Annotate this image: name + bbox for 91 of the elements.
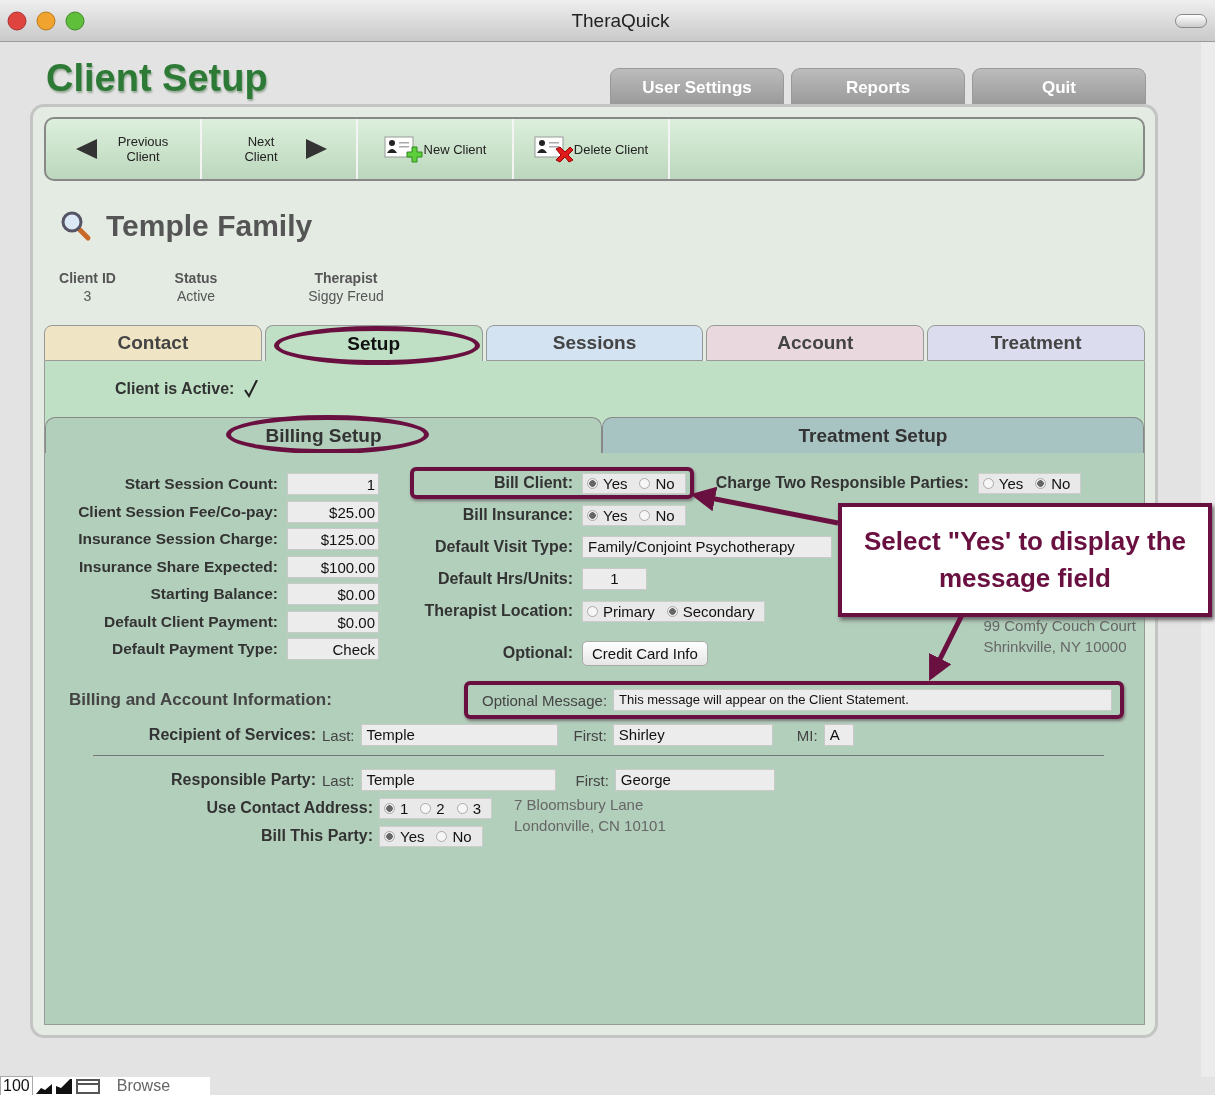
- client-name: Temple Family: [106, 209, 313, 243]
- info-value: 3: [83, 287, 92, 305]
- radio-option[interactable]: 3: [456, 799, 482, 817]
- zoom-level[interactable]: 100: [0, 1076, 33, 1095]
- tab[interactable]: Treatment: [927, 325, 1145, 361]
- field-label: Insurance Session Charge:: [77, 530, 278, 548]
- info-label: Status: [174, 269, 218, 287]
- field-label: Charge Two Responsible Parties:: [715, 474, 969, 492]
- radio-option[interactable]: Yes: [384, 827, 425, 845]
- radio-option[interactable]: No: [639, 474, 675, 492]
- input-field[interactable]: $100.00: [287, 555, 379, 578]
- field-label: Client is Active:: [115, 380, 235, 398]
- card-cross-icon: [533, 135, 574, 163]
- field-label: First:: [575, 771, 609, 789]
- toolbar-button[interactable]: New Client: [358, 119, 514, 179]
- field-label: Optional:: [501, 644, 573, 662]
- input-field[interactable]: $125.00: [287, 528, 379, 550]
- zoom-in-icon[interactable]: [54, 1078, 73, 1094]
- field-label: Starting Balance:: [149, 585, 278, 603]
- radio-option[interactable]: No: [639, 506, 675, 524]
- tab[interactable]: Contact: [44, 325, 262, 361]
- field-label: Optional Message:: [482, 691, 608, 709]
- mode-label: Browse: [116, 1077, 171, 1095]
- field-label: Default Client Payment:: [103, 612, 278, 631]
- input-field[interactable]: A: [823, 724, 854, 746]
- input-field[interactable]: $25.00: [287, 500, 379, 523]
- radio-option[interactable]: Secondary: [666, 602, 755, 620]
- input-field[interactable]: $0.00: [287, 583, 379, 605]
- radio-option[interactable]: Yes: [587, 474, 628, 492]
- tab[interactable]: Account: [706, 325, 925, 361]
- info-label: Therapist: [314, 269, 378, 287]
- input-field[interactable]: Check: [287, 638, 379, 660]
- callout: Select "Yes' to display the message field: [838, 503, 1212, 617]
- radio-option[interactable]: No: [1035, 474, 1071, 492]
- input-field[interactable]: Family/Conjoint Psychotherapy: [582, 536, 832, 558]
- toolbar-button[interactable]: Next Client: [202, 119, 358, 179]
- field-label: Therapist Location:: [423, 602, 573, 620]
- input-field[interactable]: Temple: [360, 769, 556, 791]
- field-label: Last:: [322, 726, 355, 744]
- input-field[interactable]: 1: [582, 568, 647, 590]
- field-label: Default Hrs/Units:: [436, 570, 573, 588]
- toolbar-button[interactable]: Delete Client: [514, 119, 670, 179]
- field-label: Default Visit Type:: [433, 538, 573, 556]
- tab[interactable]: Sessions: [485, 325, 704, 361]
- info-value: Active: [176, 287, 216, 305]
- field-label: Bill Client:: [492, 474, 573, 492]
- field-label: Use Contact Address:: [205, 799, 373, 817]
- input-field[interactable]: $0.00: [287, 610, 379, 633]
- window-controls-icon[interactable]: [6, 9, 86, 32]
- radio-option[interactable]: No: [436, 827, 472, 845]
- radio-option[interactable]: Yes: [982, 474, 1024, 492]
- address-line: Shrinkville, NY 10000: [983, 637, 1128, 657]
- field-label: Recipient of Services:: [147, 726, 316, 744]
- address-line: 7 Bloomsbury Lane: [514, 795, 645, 815]
- field-label: MI:: [796, 726, 818, 744]
- field-label: First:: [573, 726, 607, 744]
- field-label: Responsible Party:: [170, 771, 316, 789]
- field-label: Bill Insurance:: [461, 506, 573, 524]
- toolbar-button[interactable]: Previous Client: [46, 119, 202, 179]
- sub-tab[interactable]: Billing Setup: [45, 417, 602, 453]
- address-line: 99 Comfy Couch Court: [983, 616, 1136, 636]
- search-icon[interactable]: [60, 210, 92, 242]
- layout-icon[interactable]: [74, 1078, 101, 1094]
- card-plus-icon: [383, 135, 424, 163]
- active-checkbox[interactable]: [243, 380, 260, 398]
- field-label: Client Session Fee/Co-pay:: [77, 502, 278, 521]
- section-title: Billing and Account Information:: [68, 690, 333, 710]
- radio-option[interactable]: Yes: [587, 506, 628, 524]
- field-label: Start Session Count:: [123, 475, 278, 493]
- page-title: Client Setup: [46, 56, 268, 100]
- field-label: Last:: [322, 771, 355, 789]
- field-label: Default Payment Type:: [111, 640, 278, 658]
- radio-option[interactable]: Primary: [587, 602, 655, 620]
- field-label: Insurance Share Expected:: [78, 557, 278, 576]
- message-field[interactable]: This message will appear on the Client Statement.: [613, 689, 1112, 711]
- radio-option[interactable]: 2: [420, 799, 445, 817]
- input-field[interactable]: George: [614, 769, 775, 791]
- sub-tab[interactable]: Treatment Setup: [602, 417, 1144, 453]
- input-field[interactable]: Shirley: [612, 724, 773, 746]
- info-value: Siggy Freud: [308, 287, 384, 305]
- toolbar-toggle-button[interactable]: [1175, 13, 1207, 28]
- input-field[interactable]: 1: [287, 473, 379, 495]
- right-triangle-icon: [306, 139, 328, 159]
- window-title: TheraQuick: [570, 9, 671, 32]
- address-line: Londonville, CN 10101: [514, 816, 666, 836]
- radio-option[interactable]: 1: [384, 799, 409, 817]
- credit-card-button[interactable]: Credit Card Info: [582, 640, 708, 666]
- left-triangle-icon: [76, 139, 98, 159]
- input-field[interactable]: Temple: [360, 724, 558, 746]
- field-label: Bill This Party:: [259, 827, 373, 845]
- info-label: Client ID: [59, 269, 116, 287]
